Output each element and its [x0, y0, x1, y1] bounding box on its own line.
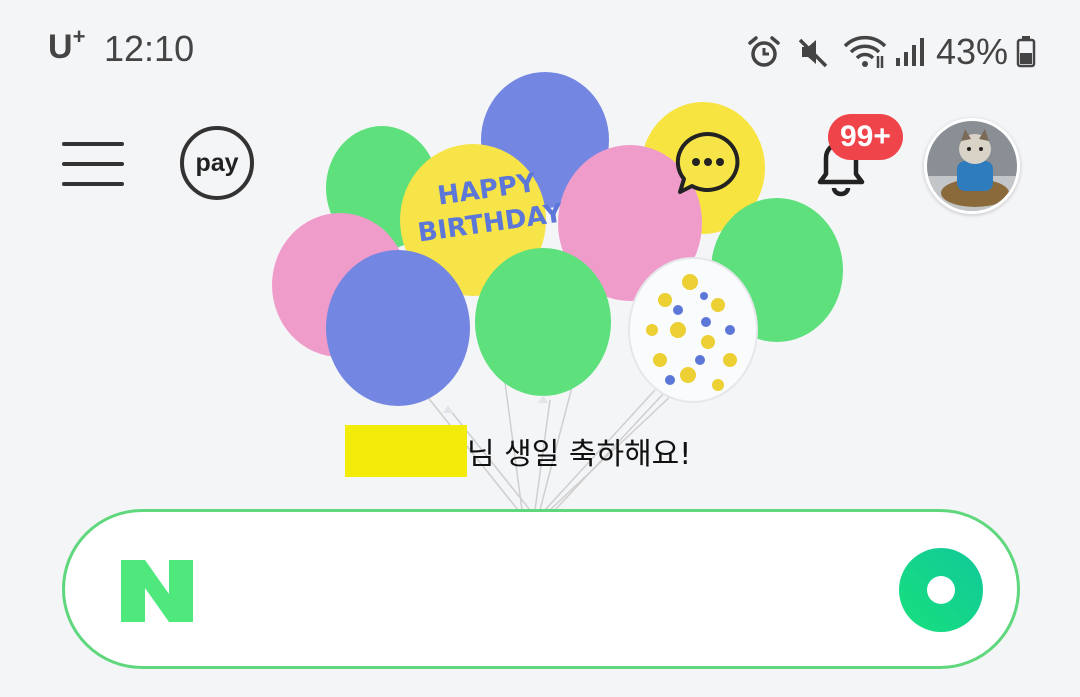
birthday-message: 님 생일 축하해요! [345, 425, 691, 477]
search-box[interactable] [62, 509, 1020, 669]
green-search-circle-icon[interactable] [897, 546, 985, 634]
birthday-message-text: 님 생일 축하해요! [467, 437, 692, 472]
carrier-label: U+ [48, 24, 86, 66]
search-input[interactable] [225, 552, 869, 628]
pay-button[interactable]: pay [180, 126, 254, 200]
naver-logo-icon [121, 560, 193, 622]
notification-count-badge: 99+ [828, 114, 903, 160]
clock: 12:10 [104, 28, 195, 69]
redacted-name [345, 425, 467, 477]
signal-icon [895, 38, 924, 66]
hamburger-menu-icon[interactable] [62, 138, 124, 190]
battery-percentage: 43% [935, 31, 1008, 72]
chat-bubble-icon[interactable] [672, 128, 744, 204]
battery-icon [1016, 36, 1036, 68]
profile-avatar[interactable] [924, 118, 1020, 214]
